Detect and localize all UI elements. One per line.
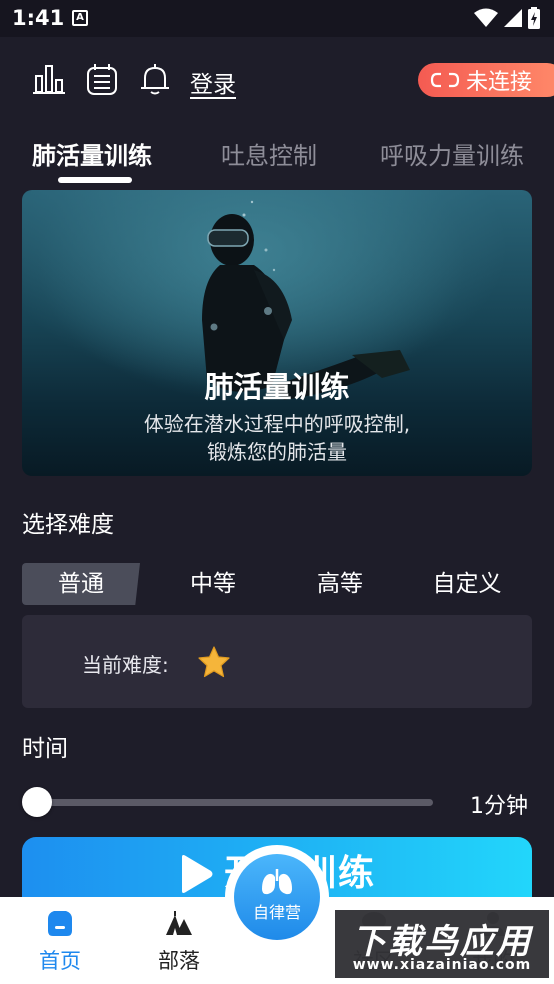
a-icon: A [72,10,88,26]
watermark-url: www.xiazainiao.com [352,957,532,973]
lungs-icon [262,869,292,895]
tab-exhale-control[interactable]: 吐息控制 [221,136,317,171]
tribe-icon [166,911,192,935]
status-bar: 1:41 A [0,0,554,37]
difficulty-medium[interactable]: 中等 [154,563,272,605]
play-icon [181,855,213,893]
nav-home[interactable]: 首页 [15,897,105,984]
difficulty-selector: 普通 中等 高等 自定义 [22,563,532,605]
connection-status-badge[interactable]: 未连接 [418,63,554,97]
bar-chart-icon[interactable] [32,62,66,96]
tab-vital-capacity[interactable]: 肺活量训练 [32,136,152,171]
login-link[interactable]: 登录 [190,65,236,99]
tab-breathing-strength[interactable]: 呼吸力量训练 [380,136,524,171]
current-difficulty-panel: 当前难度: [22,615,532,708]
bell-icon[interactable] [138,62,172,96]
difficulty-normal[interactable]: 普通 [22,563,140,605]
time-slider-track[interactable] [37,799,433,806]
link-broken-icon [430,72,460,88]
time-slider-thumb[interactable] [22,787,52,817]
time-section-label: 时间 [22,736,68,762]
difficulty-high[interactable]: 高等 [281,563,399,605]
nav-tribe-label: 部落 [158,949,200,973]
nav-home-label: 首页 [39,949,81,973]
nav-tribe[interactable]: 部落 [134,897,224,984]
signal-icon [504,9,522,27]
active-tab-indicator [58,177,132,183]
star-icon [198,646,230,678]
hero-title: 肺活量训练 [204,370,350,404]
watermark-title: 下载鸟应用 [352,922,532,962]
duration-value: 1分钟 [470,794,528,819]
clipboard-list-icon[interactable] [85,62,119,96]
hero-banner[interactable]: 肺活量训练 体验在潜水过程中的呼吸控制, 锻炼您的肺活量 [22,190,532,476]
center-fab-button[interactable]: 自律营 [234,854,320,940]
home-icon [48,911,72,936]
wifi-icon [474,8,498,27]
battery-charging-icon [528,7,540,29]
status-time: 1:41 [12,6,65,30]
current-difficulty-label: 当前难度: [82,653,169,677]
watermark: 下载鸟应用 www.xiazainiao.com [333,908,551,980]
center-fab-label: 自律营 [252,903,301,922]
top-bar: 登录 未连接 [0,37,554,127]
status-icons [474,7,540,29]
difficulty-section-label: 选择难度 [22,512,114,538]
hero-subtitle: 体验在潜水过程中的呼吸控制, 锻炼您的肺活量 [143,412,411,464]
connection-status-label: 未连接 [466,70,533,95]
difficulty-custom[interactable]: 自定义 [408,563,526,605]
training-tabs: 肺活量训练 吐息控制 呼吸力量训练 [0,130,554,190]
